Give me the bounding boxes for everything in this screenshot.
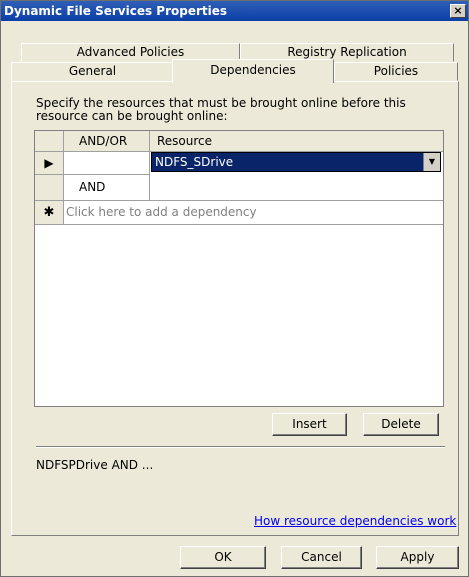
new-row-selector[interactable]: ✱ bbox=[35, 201, 64, 225]
row-selector-1[interactable]: ▶ bbox=[35, 152, 64, 175]
tab-dependencies[interactable]: Dependencies bbox=[172, 59, 334, 83]
andor-column-header[interactable]: AND/OR bbox=[64, 131, 150, 152]
resource-dropdown-value: NDFS_SDrive bbox=[155, 155, 234, 169]
help-link[interactable]: How resource dependencies work bbox=[254, 514, 456, 528]
divider bbox=[36, 446, 445, 448]
properties-dialog: Dynamic File Services Properties × Advan… bbox=[0, 0, 469, 577]
resource-column-header[interactable]: Resource bbox=[150, 131, 443, 152]
row-selector-2[interactable] bbox=[35, 175, 64, 201]
insert-button[interactable]: Insert bbox=[272, 413, 347, 436]
grid-corner-cell bbox=[35, 131, 64, 152]
apply-button[interactable]: Apply bbox=[376, 546, 459, 569]
chevron-down-icon[interactable]: ▼ bbox=[423, 153, 440, 171]
resource-cell[interactable] bbox=[150, 175, 443, 201]
andor-cell[interactable] bbox=[64, 152, 150, 175]
add-dependency-row[interactable]: Click here to add a dependency bbox=[64, 201, 443, 225]
cancel-button[interactable]: Cancel bbox=[281, 546, 362, 569]
delete-button[interactable]: Delete bbox=[363, 413, 439, 436]
tab-general[interactable]: General bbox=[11, 62, 174, 81]
window-title: Dynamic File Services Properties bbox=[4, 4, 228, 18]
tab-policies[interactable]: Policies bbox=[334, 62, 458, 81]
instruction-text: Specify the resources that must be broug… bbox=[36, 96, 406, 123]
ok-button[interactable]: OK bbox=[180, 546, 266, 569]
title-bar[interactable]: Dynamic File Services Properties × bbox=[1, 1, 468, 21]
resource-dropdown[interactable]: NDFS_SDrive ▼ bbox=[151, 152, 441, 172]
dependency-summary: NDFSPDrive AND ... bbox=[36, 458, 154, 472]
close-button[interactable]: × bbox=[450, 4, 466, 18]
andor-cell[interactable]: AND bbox=[64, 175, 150, 201]
